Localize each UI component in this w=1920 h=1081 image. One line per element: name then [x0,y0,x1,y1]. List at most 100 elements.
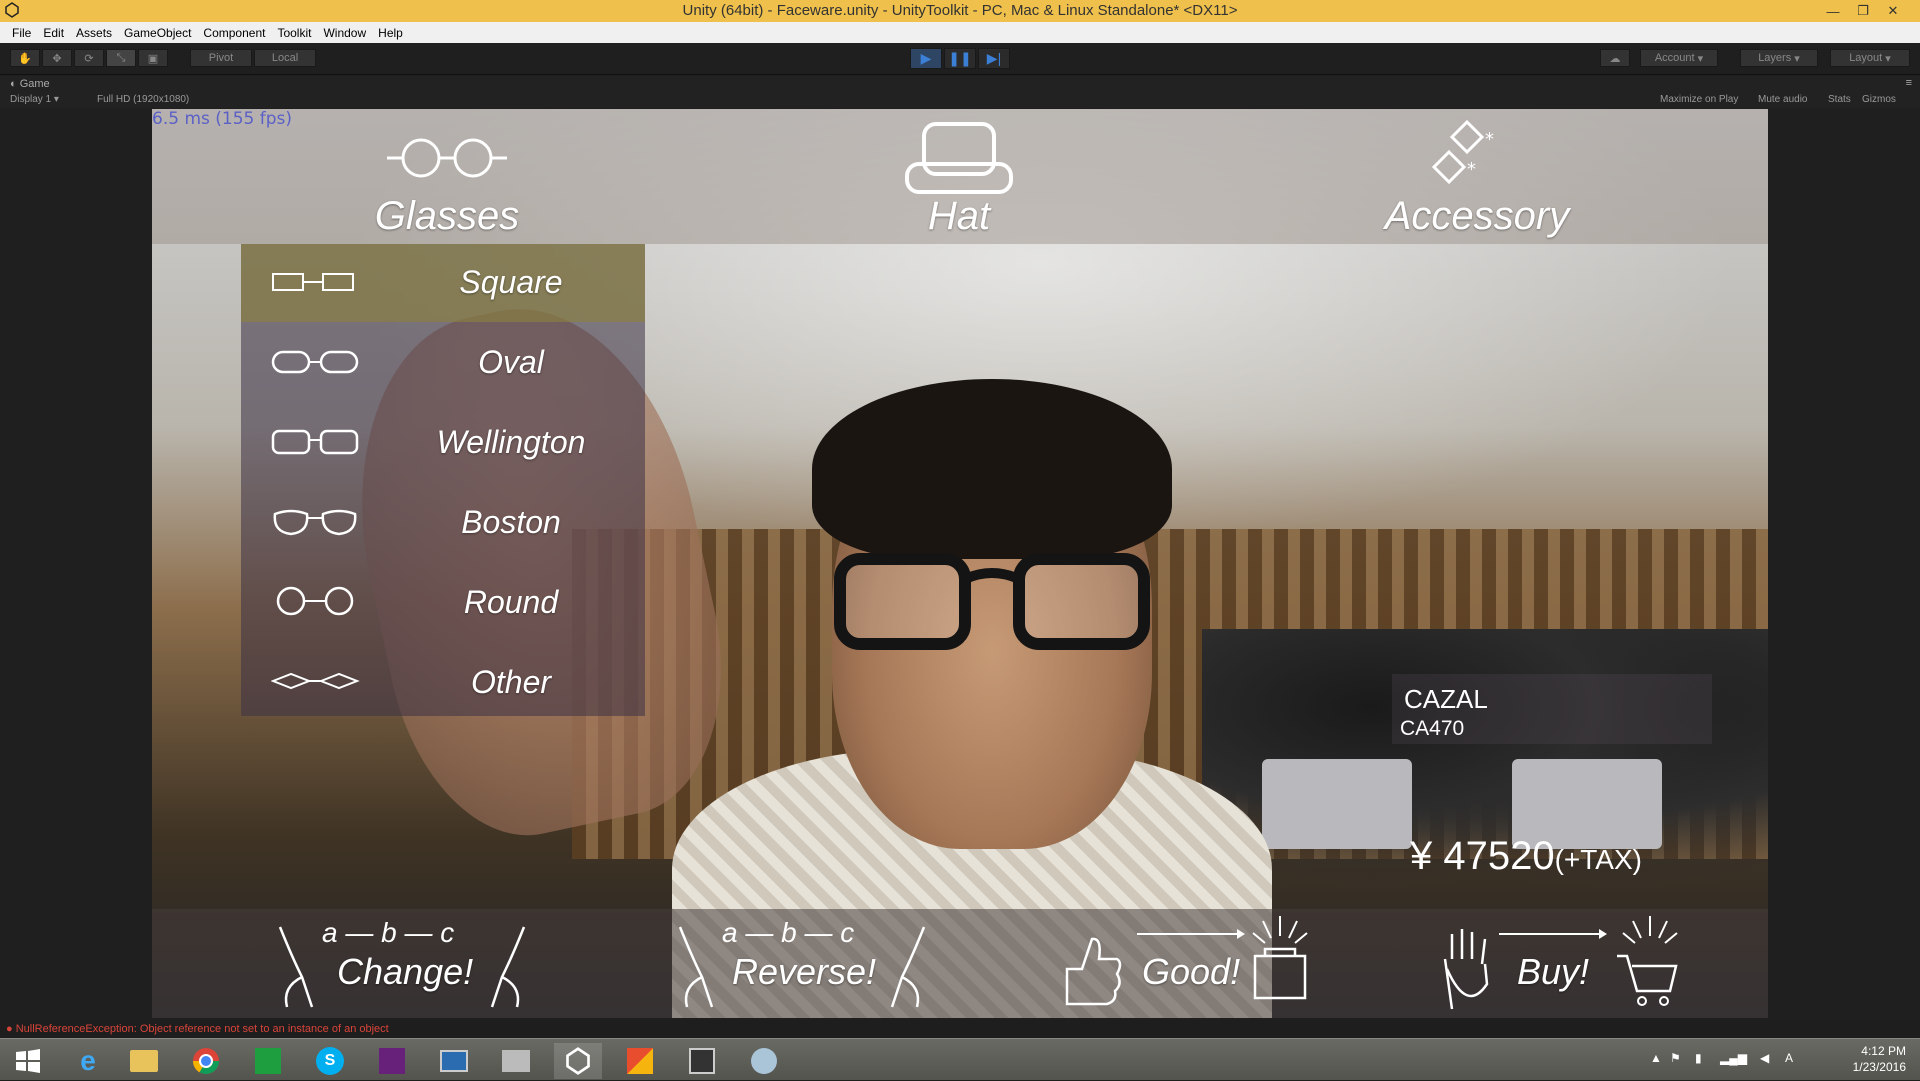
gesture-buy: Buy! [1437,909,1697,1018]
taskbar-skype[interactable]: S [306,1043,354,1079]
game-tab[interactable]: ◐ Game [10,78,50,90]
tab-menu-icon[interactable]: ≡ [1906,77,1912,89]
windows-taskbar: e S ▲ ⚑ ▮ ▂▄▆ ◀ A 4:12 PM 1/23/2016 [0,1038,1920,1080]
game-tab-label: Game [19,78,50,90]
menu-item-oval[interactable]: Oval [241,324,645,402]
taskbar-clock[interactable]: 4:12 PM 1/23/2016 [1853,1043,1906,1075]
menu-item-other[interactable]: Other [241,644,645,722]
local-toggle[interactable]: Local [254,49,316,67]
gesture-sequence: a — b — c [322,917,455,948]
menu-file[interactable]: File [6,26,37,40]
category-glasses[interactable]: Glasses [347,194,547,239]
wellington-glasses-icon [271,429,359,455]
chrome-icon [192,1048,220,1075]
pivot-toggle[interactable]: Pivot [190,49,252,67]
signal-icon[interactable]: ▂▄▆ [1720,1051,1747,1065]
tray-expand-icon[interactable]: ▲ [1650,1051,1662,1065]
account-dropdown[interactable]: Account ▾ [1640,49,1718,67]
start-button[interactable] [4,1043,52,1079]
resolution-dropdown[interactable]: Full HD (1920x1080) [97,94,189,105]
product-price: ¥ 47520(+TAX) [1410,834,1642,879]
monitor-app-icon [440,1050,468,1072]
taskbar-explorer[interactable] [120,1043,168,1079]
ar-glasses-overlay [834,553,1150,650]
hand-swipe-left-icon [490,926,526,1008]
move-tool-button[interactable]: ✥ [42,49,72,67]
rect-icon: ▣ [147,52,159,65]
menu-item-wellington[interactable]: Wellington [241,404,645,482]
network-icon[interactable]: ▮ [1695,1051,1702,1065]
window-title: Unity (64bit) - Faceware.unity - UnityTo… [682,2,1238,19]
stats-toggle[interactable]: Stats [1828,94,1851,105]
settings-app-icon [751,1048,777,1074]
rotate-tool-button[interactable]: ⟳ [74,49,104,67]
play-button[interactable]: ▶ [910,48,942,69]
open-hand-icon [1443,929,1489,1010]
action-center-icon[interactable]: ⚑ [1670,1051,1681,1065]
menu-gameobject[interactable]: GameObject [118,26,197,40]
accessory-icon: * * [1431,119,1494,185]
menu-window[interactable]: Window [317,26,372,40]
menu-item-round[interactable]: Round [241,564,645,642]
play-icon: ▶ [920,50,932,66]
menu-assets[interactable]: Assets [70,26,118,40]
game-view-bar: Display 1 ▾ Full HD (1920x1080) Maximize… [0,92,1920,108]
menu-component[interactable]: Component [197,26,271,40]
taskbar-document-app[interactable] [492,1043,540,1079]
taskbar-ie[interactable]: e [64,1043,112,1079]
gesture-label: Change! [337,951,474,992]
price-tax: (+TAX) [1554,844,1642,875]
taskbar-office[interactable] [616,1043,664,1079]
close-button[interactable]: ✕ [1878,0,1908,22]
taskbar-monodevelop[interactable] [678,1043,726,1079]
minimize-button[interactable]: — [1818,0,1848,22]
category-accessory[interactable]: Accessory [1377,194,1577,239]
step-button[interactable]: ▶| [978,48,1010,69]
layers-dropdown[interactable]: Layers ▾ [1740,49,1818,67]
menu-item-square[interactable]: Square [241,244,645,322]
volume-icon[interactable]: ◀ [1760,1051,1769,1065]
maximize-on-play-toggle[interactable]: Maximize on Play [1660,94,1738,105]
display-label: Display 1 [10,94,52,105]
ime-icon[interactable]: A [1785,1051,1793,1065]
console-status[interactable]: ● NullReferenceException: Object referen… [0,1020,1920,1038]
menu-edit[interactable]: Edit [37,26,70,40]
menu-item-label: Wellington [436,424,586,460]
mute-audio-toggle[interactable]: Mute audio [1758,94,1807,105]
taskbar-visual-studio[interactable] [368,1043,416,1079]
unity-toolbar: ✋ ✥ ⟳ ⤡ ▣ Pivot Local ▶ ❚❚ ▶| ☁ Account … [0,43,1920,75]
taskbar-store[interactable] [244,1043,292,1079]
menu-item-label: Boston [461,504,561,540]
taskbar-unity[interactable] [554,1043,602,1079]
category-hat[interactable]: Hat [859,194,1059,239]
taskbar-settings-app[interactable] [740,1043,788,1079]
other-glasses-icon [271,672,360,690]
menu-item-boston[interactable]: Boston [241,484,645,562]
gesture-sequence: a — b — c [722,917,855,948]
layout-dropdown[interactable]: Layout ▾ [1830,49,1910,67]
menu-toolkit[interactable]: Toolkit [271,26,317,40]
hand-tool-button[interactable]: ✋ [10,49,40,67]
menu-item-label: Square [459,264,563,300]
clock-date: 1/23/2016 [1852,1060,1906,1074]
pause-button[interactable]: ❚❚ [944,48,976,69]
restore-button[interactable]: ❐ [1848,0,1878,22]
cloud-button[interactable]: ☁ [1600,49,1630,67]
unity-icon [566,1047,590,1075]
gesture-label: Good! [1142,951,1241,992]
rotate-icon: ⟳ [84,52,94,65]
display-dropdown[interactable]: Display 1 ▾ [10,94,59,105]
game-view: 6.5 ms (155 fps) Glasses Hat * * Accesso… [152,109,1768,1018]
svg-text:*: * [1467,159,1476,180]
taskbar-chrome[interactable] [182,1043,230,1079]
menu-item-label: Oval [478,344,544,380]
scale-tool-button[interactable]: ⤡ [106,49,136,67]
gizmos-dropdown[interactable]: Gizmos [1862,94,1896,105]
taskbar-monitor-app[interactable] [430,1043,478,1079]
menu-item-label: Other [470,664,552,700]
menu-help[interactable]: Help [372,26,409,40]
local-label: Local [271,52,299,64]
hand-icon: ✋ [18,52,32,65]
rect-tool-button[interactable]: ▣ [138,49,168,67]
document-app-icon [502,1050,530,1072]
